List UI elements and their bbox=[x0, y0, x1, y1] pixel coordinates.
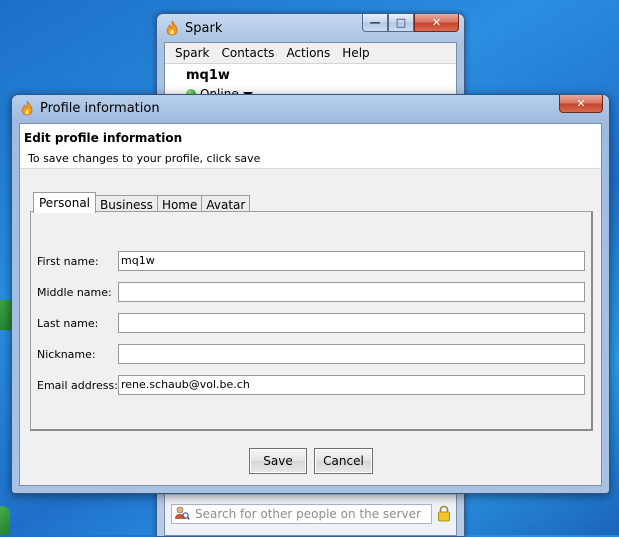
menu-help[interactable]: Help bbox=[336, 46, 375, 60]
nickname-row: Nickname: bbox=[37, 344, 585, 364]
spark-menu-bar: Spark Contacts Actions Help bbox=[165, 43, 456, 64]
dialog-header: Edit profile information To save changes… bbox=[20, 124, 601, 169]
desktop-decoration-2 bbox=[0, 506, 10, 535]
profile-tabs: Personal Business Home Avatar bbox=[33, 192, 251, 213]
personal-tab-panel: First name: mq1w Middle name: Last name:… bbox=[30, 211, 593, 431]
minimize-button[interactable]: — bbox=[362, 14, 388, 32]
spark-window-title: Spark bbox=[185, 21, 223, 36]
email-row: Email address: rene.schaub@vol.be.ch bbox=[37, 375, 585, 395]
tab-personal[interactable]: Personal bbox=[33, 192, 97, 213]
first-name-label: First name: bbox=[37, 254, 99, 268]
search-placeholder: Search for other people on the server bbox=[195, 507, 421, 521]
header-title: Edit profile information bbox=[24, 131, 183, 145]
dialog-close-button[interactable]: ✕ bbox=[559, 95, 603, 113]
profile-information-dialog: Profile information ✕ Edit profile infor… bbox=[11, 94, 610, 494]
save-button[interactable]: Save bbox=[249, 448, 307, 474]
header-subtitle: To save changes to your profile, click s… bbox=[28, 152, 261, 165]
spark-search-bar: Search for other people on the server bbox=[165, 494, 456, 535]
menu-contacts[interactable]: Contacts bbox=[215, 46, 280, 60]
close-button[interactable]: ✕ bbox=[414, 14, 459, 32]
menu-spark[interactable]: Spark bbox=[169, 46, 215, 60]
spark-title-bar[interactable]: Spark — □ ✕ bbox=[157, 14, 464, 42]
dialog-title-bar[interactable]: Profile information ✕ bbox=[12, 95, 609, 121]
username-label: mq1w bbox=[186, 68, 230, 83]
people-search-icon bbox=[174, 505, 190, 524]
spark-flame-icon bbox=[165, 20, 179, 39]
search-input[interactable]: Search for other people on the server bbox=[171, 504, 432, 524]
email-field[interactable]: rene.schaub@vol.be.ch bbox=[118, 375, 585, 395]
nickname-label: Nickname: bbox=[37, 347, 96, 361]
spark-flame-icon bbox=[20, 100, 34, 119]
last-name-row: Last name: bbox=[37, 313, 585, 333]
maximize-button[interactable]: □ bbox=[388, 14, 414, 32]
last-name-field[interactable] bbox=[118, 313, 585, 333]
nickname-field[interactable] bbox=[118, 344, 585, 364]
spark-caption-buttons: — □ ✕ bbox=[362, 14, 459, 32]
dialog-client-area: Edit profile information To save changes… bbox=[19, 123, 602, 486]
email-label: Email address: bbox=[37, 378, 118, 392]
first-name-field[interactable]: mq1w bbox=[118, 251, 585, 271]
middle-name-field[interactable] bbox=[118, 282, 585, 302]
menu-actions[interactable]: Actions bbox=[280, 46, 336, 60]
middle-name-label: Middle name: bbox=[37, 285, 112, 299]
cancel-button[interactable]: Cancel bbox=[314, 448, 373, 474]
middle-name-row: Middle name: bbox=[37, 282, 585, 302]
first-name-row: First name: mq1w bbox=[37, 251, 585, 271]
lock-icon[interactable] bbox=[437, 505, 451, 525]
dialog-buttons: Save Cancel bbox=[249, 448, 373, 474]
dialog-title: Profile information bbox=[40, 101, 160, 116]
last-name-label: Last name: bbox=[37, 316, 99, 330]
